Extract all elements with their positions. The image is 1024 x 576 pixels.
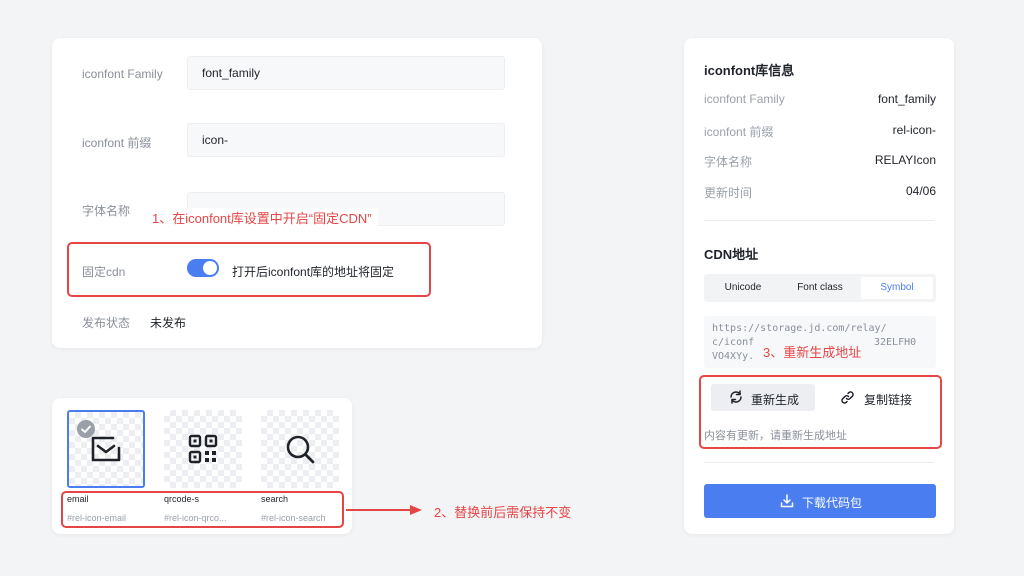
family-label: iconfont Family [82,67,163,81]
font-settings-form: iconfont Family font_family iconfont 前缀 … [52,38,542,348]
download-label: 下载代码包 [802,496,863,510]
arrow-right-icon [346,505,422,515]
info-updated-value: 04/06 [905,184,936,198]
email-icon [91,436,121,462]
icon-tile-qrcode[interactable] [164,410,242,488]
publish-label: 发布状态 [82,316,131,330]
family-input[interactable]: font_family [187,56,505,90]
code-line-1: https://storage.jd.com/relay/ [712,323,887,334]
download-icon [780,494,794,508]
iconfont-info-panel: iconfont库信息 iconfont Family font_family … [684,38,954,534]
prefix-label: iconfont 前缀 [82,136,152,150]
annotation-step-1: 1、在iconfont库设置中开启“固定CDN” [146,208,378,227]
divider [704,462,934,463]
annotation-step-3: 3、重新生成地址 [757,342,868,361]
info-family-label: iconfont Family [704,92,785,106]
prefix-input[interactable]: icon- [187,123,505,157]
annotation-box-regenerate [699,375,942,449]
cdn-title: CDN地址 [704,247,759,262]
code-line-fragment: 32ELFH0 [874,337,917,348]
download-package-button[interactable]: 下载代码包 [704,484,936,518]
info-family-value: font_family [877,92,936,106]
annotation-step-2: 2、替换前后需保持不变 [434,505,572,520]
divider [704,220,934,221]
info-fontname-label: 字体名称 [704,155,753,169]
annotation-box-icon-names [61,491,344,528]
info-prefix-value: rel-icon- [892,123,936,137]
info-prefix-label: iconfont 前缀 [704,125,774,139]
info-fontname-value: RELAYIcon [874,153,936,167]
annotation-box-cdn [67,242,431,297]
tab-unicode[interactable]: Unicode [707,277,779,299]
publish-status: 未发布 [150,316,187,330]
tab-symbol[interactable]: Symbol [861,277,933,299]
search-icon [286,435,315,464]
fontname-label: 字体名称 [82,204,131,218]
tab-font-class[interactable]: Font class [784,277,856,299]
qrcode-icon [188,434,218,464]
info-title: iconfont库信息 [704,63,795,78]
cdn-format-tabs: Unicode Font class Symbol [704,274,936,302]
info-updated-label: 更新时间 [704,186,753,200]
icon-tile-email[interactable] [67,410,145,488]
icon-tile-search[interactable] [261,410,339,488]
